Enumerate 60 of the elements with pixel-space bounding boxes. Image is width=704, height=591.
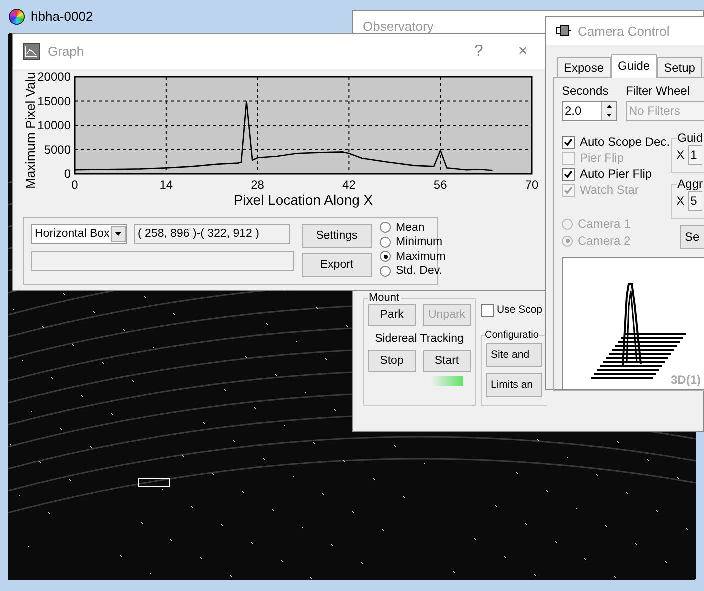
- x-tick-label: 14: [160, 178, 174, 192]
- caret-icon: [111, 226, 126, 242]
- tab[interactable]: Guide: [611, 54, 658, 78]
- field-label: Seconds: [562, 84, 610, 98]
- field-label: Filter Wheel: [626, 84, 692, 98]
- group-title: Aggr: [676, 177, 704, 191]
- group-title: Configuratio: [485, 330, 539, 341]
- checkbox-option[interactable]: Use Scop: [481, 302, 547, 318]
- radio-option[interactable]: Maximum: [380, 250, 446, 264]
- camera-icon: [556, 24, 572, 38]
- graph-button[interactable]: Settings: [302, 224, 372, 248]
- up-arrow-icon: [606, 105, 612, 108]
- radio-option[interactable]: Minimum: [380, 236, 446, 249]
- app-icon: [9, 8, 25, 24]
- value-field[interactable]: 5: [688, 191, 702, 211]
- radio-option[interactable]: Mean: [380, 221, 446, 234]
- tab[interactable]: Setup: [657, 57, 702, 77]
- tracking-label: Sidereal Tracking: [375, 333, 464, 345]
- cut-off-button[interactable]: Se: [680, 225, 704, 249]
- configuration-button[interactable]: Limits an: [486, 373, 542, 397]
- help-button[interactable]: ?: [466, 42, 492, 60]
- x-axis-title: Pixel Location Along X: [234, 192, 374, 208]
- x-tick-label: 56: [434, 178, 448, 192]
- window-title: Observatory: [363, 18, 434, 34]
- down-arrow-icon: [606, 114, 612, 117]
- mount-button[interactable]: Park: [368, 304, 416, 326]
- shape-dropdown[interactable]: Horizontal Box: [31, 224, 127, 244]
- window-title: Camera Control: [578, 24, 670, 38]
- mount-button[interactable]: Stop: [368, 350, 416, 372]
- tab[interactable]: Expose: [557, 57, 612, 77]
- graph-button[interactable]: Export: [302, 253, 372, 277]
- axis-label: X: [676, 194, 685, 208]
- checkbox-option[interactable]: Auto Scope Dec.: [562, 135, 671, 149]
- coordinates-field[interactable]: ( 258, 896 )-( 322, 912 ): [134, 224, 290, 244]
- status-field[interactable]: [31, 251, 294, 271]
- x-tick-label: 0: [72, 178, 78, 192]
- y-tick-label: 10000: [38, 118, 71, 132]
- graph-icon: [23, 43, 40, 60]
- group-title: Mount: [368, 292, 401, 304]
- y-tick-label: 5000: [44, 142, 71, 157]
- group-title: Guid: [676, 131, 704, 145]
- radio-option[interactable]: Std. Dev.: [380, 264, 446, 278]
- y-tick-label: 0: [64, 167, 71, 181]
- y-axis-title: Maximum Pixel Valu: [23, 72, 38, 189]
- seconds-spinner[interactable]: 2.0: [562, 101, 617, 121]
- y-tick-label: 15000: [38, 94, 71, 108]
- x-tick-label: 70: [525, 178, 539, 192]
- window-title: hbha-0002: [31, 9, 94, 24]
- close-button[interactable]: ×: [510, 42, 536, 60]
- configuration-button[interactable]: Site and: [486, 343, 542, 367]
- axis-label: X: [676, 148, 685, 162]
- plot-label: 3D(1): [670, 373, 701, 387]
- value-field[interactable]: 1: [688, 145, 702, 165]
- x-tick-label: 28: [251, 178, 264, 192]
- y-tick-label: 20000: [38, 70, 71, 84]
- selection-rectangle: [138, 478, 170, 487]
- checkbox-option[interactable]: Auto Pier Flip: [562, 167, 671, 181]
- x-tick-label: 42: [342, 178, 356, 192]
- mount-button[interactable]: Start: [423, 350, 471, 372]
- window-title: Graph: [48, 44, 84, 59]
